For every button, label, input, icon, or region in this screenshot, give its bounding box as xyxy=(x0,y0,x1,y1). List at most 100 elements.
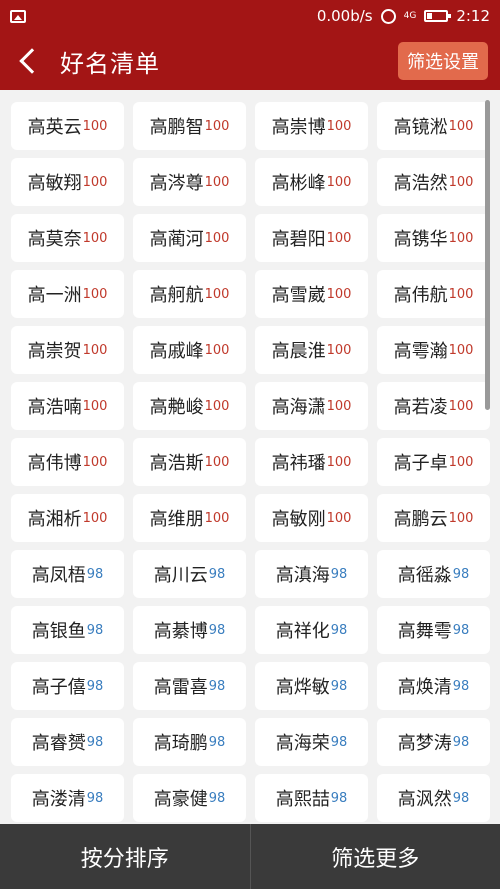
filter-more-button[interactable]: 筛选更多 xyxy=(251,824,500,889)
name-text: 高琦鹏 xyxy=(153,733,208,754)
name-card[interactable]: 高碧阳 100 xyxy=(255,214,368,262)
name-score: 100 xyxy=(204,230,230,246)
name-text: 高舞雩 xyxy=(397,621,452,642)
name-card[interactable]: 高戚峰 100 xyxy=(133,326,246,374)
name-card[interactable]: 高浩喃 100 xyxy=(11,382,124,430)
name-card[interactable]: 高雷喜 98 xyxy=(133,662,246,710)
name-card[interactable]: 高川云 98 xyxy=(133,550,246,598)
name-card[interactable]: 高浩斯 100 xyxy=(133,438,246,486)
name-text: 高梦涛 xyxy=(397,733,452,754)
name-card[interactable]: 高敏翔 100 xyxy=(11,158,124,206)
name-card[interactable]: 高烨敏 98 xyxy=(255,662,368,710)
scrollbar[interactable] xyxy=(485,100,490,410)
name-card[interactable]: 高崇博 100 xyxy=(255,102,368,150)
name-card[interactable]: 高若凌 100 xyxy=(377,382,490,430)
name-card[interactable]: 高舞雩 98 xyxy=(377,606,490,654)
name-score: 98 xyxy=(330,566,348,582)
name-score: 98 xyxy=(452,566,470,582)
name-card[interactable]: 高睿赟 98 xyxy=(11,718,124,766)
name-card[interactable]: 高银鱼 98 xyxy=(11,606,124,654)
name-score: 100 xyxy=(326,286,352,302)
name-text: 高豪健 xyxy=(153,789,208,810)
page-title: 好名清单 xyxy=(60,49,160,78)
name-card[interactable]: 高鹏云 100 xyxy=(377,494,490,542)
name-list[interactable]: 高英云 100 高鹏智 100 高崇博 100 高镜淞 100 高敏翔 100 高涔尊 100 高彬峰 1… xyxy=(0,90,500,824)
name-card[interactable]: 高涔尊 100 xyxy=(133,158,246,206)
name-text: 高英云 xyxy=(27,117,82,138)
name-card[interactable]: 高英云 100 xyxy=(11,102,124,150)
name-score: 100 xyxy=(448,510,474,526)
name-text: 高维朋 xyxy=(149,509,204,530)
name-card[interactable]: 高湘析 100 xyxy=(11,494,124,542)
name-card[interactable]: 高祥化 98 xyxy=(255,606,368,654)
name-card[interactable]: 高子僖 98 xyxy=(11,662,124,710)
name-text: 高海荣 xyxy=(275,733,330,754)
name-card[interactable]: 高莫奈 100 xyxy=(11,214,124,262)
name-score: 100 xyxy=(326,454,352,470)
name-card[interactable]: 高沨然 98 xyxy=(377,774,490,822)
name-score: 100 xyxy=(326,230,352,246)
name-text: 高溇清 xyxy=(31,789,86,810)
name-card[interactable]: 高徭淼 98 xyxy=(377,550,490,598)
name-text: 高一洲 xyxy=(27,285,82,306)
name-card[interactable]: 高敏刚 100 xyxy=(255,494,368,542)
name-card[interactable]: 高海荣 98 xyxy=(255,718,368,766)
name-text: 高凤梧 xyxy=(31,565,86,586)
clock: 2:12 xyxy=(456,7,490,25)
back-button[interactable] xyxy=(0,32,56,90)
name-card[interactable]: 高祎璠 100 xyxy=(255,438,368,486)
network-indicator: 4G xyxy=(403,11,417,21)
name-text: 高熙喆 xyxy=(275,789,330,810)
name-card[interactable]: 高海潇 100 xyxy=(255,382,368,430)
name-score: 98 xyxy=(208,790,226,806)
name-card[interactable]: 高豪健 98 xyxy=(133,774,246,822)
name-text: 高浩然 xyxy=(393,173,448,194)
name-score: 98 xyxy=(86,566,104,582)
chevron-left-icon xyxy=(19,48,45,74)
name-card[interactable]: 高鹏智 100 xyxy=(133,102,246,150)
name-card[interactable]: 高蔺河 100 xyxy=(133,214,246,262)
name-text: 高彬峰 xyxy=(271,173,326,194)
name-card[interactable]: 高綦博 98 xyxy=(133,606,246,654)
name-card[interactable]: 高浩然 100 xyxy=(377,158,490,206)
name-text: 高敏刚 xyxy=(271,509,326,530)
name-card[interactable]: 高伟博 100 xyxy=(11,438,124,486)
name-card[interactable]: 高熙喆 98 xyxy=(255,774,368,822)
name-card[interactable]: 高伟航 100 xyxy=(377,270,490,318)
name-text: 高雷喜 xyxy=(153,677,208,698)
name-text: 高湘析 xyxy=(27,509,82,530)
name-score: 100 xyxy=(204,510,230,526)
filter-settings-button[interactable]: 筛选设置 xyxy=(398,42,488,80)
name-card[interactable]: 高焕清 98 xyxy=(377,662,490,710)
sort-by-score-button[interactable]: 按分排序 xyxy=(0,824,250,889)
name-card[interactable]: 高镌华 100 xyxy=(377,214,490,262)
name-text: 高晨淮 xyxy=(271,341,326,362)
name-card[interactable]: 高彬峰 100 xyxy=(255,158,368,206)
name-text: 高海潇 xyxy=(271,397,326,418)
name-card[interactable]: 高滇海 98 xyxy=(255,550,368,598)
name-card[interactable]: 高一洲 100 xyxy=(11,270,124,318)
name-card[interactable]: 高梦涛 98 xyxy=(377,718,490,766)
name-card[interactable]: 高崇贺 100 xyxy=(11,326,124,374)
name-card[interactable]: 高艴峻 100 xyxy=(133,382,246,430)
bottom-bar: 按分排序 筛选更多 xyxy=(0,824,500,889)
name-score: 98 xyxy=(452,734,470,750)
name-text: 高镜淞 xyxy=(393,117,448,138)
name-score: 100 xyxy=(448,342,474,358)
name-card[interactable]: 高镜淞 100 xyxy=(377,102,490,150)
name-text: 高祥化 xyxy=(275,621,330,642)
name-score: 100 xyxy=(204,286,230,302)
name-text: 高戚峰 xyxy=(149,341,204,362)
name-card[interactable]: 高晨淮 100 xyxy=(255,326,368,374)
name-card[interactable]: 高雪崴 100 xyxy=(255,270,368,318)
net-speed: 0.00b/s xyxy=(316,7,373,25)
name-grid: 高英云 100 高鹏智 100 高崇博 100 高镜淞 100 高敏翔 100 高涔尊 100 高彬峰 1… xyxy=(11,102,500,822)
name-card[interactable]: 高雩瀚 100 xyxy=(377,326,490,374)
name-card[interactable]: 高子卓 100 xyxy=(377,438,490,486)
name-card[interactable]: 高琦鹏 98 xyxy=(133,718,246,766)
name-card[interactable]: 高溇清 98 xyxy=(11,774,124,822)
name-card[interactable]: 高凤梧 98 xyxy=(11,550,124,598)
name-card[interactable]: 高维朋 100 xyxy=(133,494,246,542)
name-text: 高雪崴 xyxy=(271,285,326,306)
name-card[interactable]: 高舸航 100 xyxy=(133,270,246,318)
